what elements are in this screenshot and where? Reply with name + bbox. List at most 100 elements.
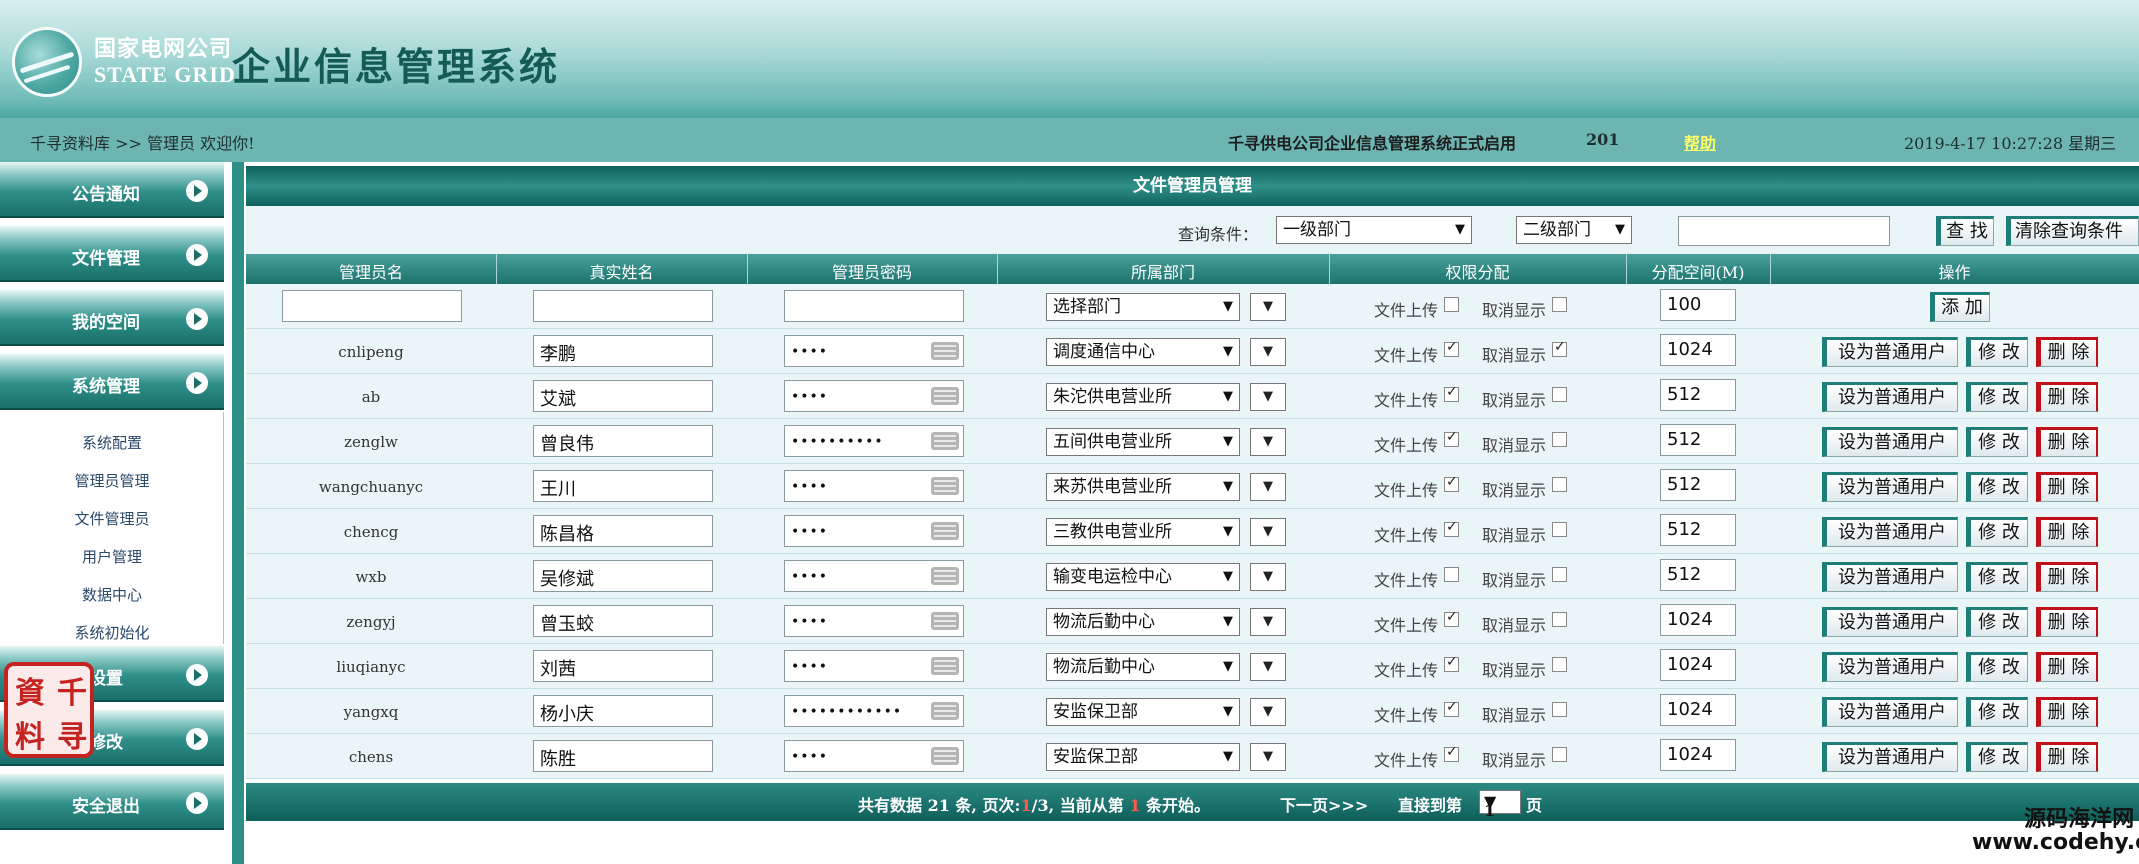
edit-button[interactable]: 修 改 [1966,562,2028,592]
submenu-system-init[interactable]: 系统初始化 [0,622,224,643]
edit-button[interactable]: 修 改 [1966,472,2028,502]
new-subdept-select[interactable]: ▼ [1250,293,1286,321]
subdept-select[interactable]: ▼ [1250,518,1286,546]
upload-checkbox[interactable] [1444,384,1460,402]
realname-input[interactable]: 吴修斌 [533,560,713,592]
new-realname-input[interactable] [533,290,713,322]
realname-input[interactable]: 王川 [533,470,713,502]
add-button[interactable]: 添 加 [1930,292,1990,322]
keyboard-icon[interactable] [931,702,959,720]
upload-checkbox[interactable] [1444,699,1460,717]
dept-select[interactable]: 五间供电营业所 ▼ [1046,428,1240,456]
space-input[interactable]: 512 [1660,559,1736,591]
delete-button[interactable]: 删 除 [2036,427,2098,457]
sidebar-item-file-management[interactable]: 文件管理 [0,226,224,282]
delete-button[interactable]: 删 除 [2036,517,2098,547]
hide-checkbox[interactable] [1552,612,1568,627]
keyboard-icon[interactable] [931,432,959,450]
search-input[interactable] [1678,216,1890,246]
dept-select[interactable]: 调度通信中心 ▼ [1046,338,1240,366]
subdept-select[interactable]: ▼ [1250,653,1286,681]
password-input[interactable]: •••• [784,470,964,502]
edit-button[interactable]: 修 改 [1966,742,2028,772]
set-normal-user-button[interactable]: 设为普通用户 [1822,652,1958,682]
help-link[interactable]: 帮助 [1684,130,1716,154]
delete-button[interactable]: 删 除 [2036,652,2098,682]
find-button[interactable]: 查 找 [1936,216,1994,246]
hide-checkbox[interactable] [1552,339,1568,357]
realname-input[interactable]: 曾良伟 [533,425,713,457]
dept-select[interactable]: 输变电运检中心 ▼ [1046,563,1240,591]
upload-checkbox[interactable] [1444,474,1460,492]
realname-input[interactable]: 陈胜 [533,740,713,772]
space-input[interactable]: 512 [1660,514,1736,546]
realname-input[interactable]: 艾斌 [533,380,713,412]
submenu-user-management[interactable]: 用户管理 [0,546,224,567]
hide-checkbox[interactable] [1552,747,1568,762]
set-normal-user-button[interactable]: 设为普通用户 [1822,697,1958,727]
realname-input[interactable]: 陈昌格 [533,515,713,547]
keyboard-icon[interactable] [931,387,959,405]
space-input[interactable]: 512 [1660,469,1736,501]
edit-button[interactable]: 修 改 [1966,517,2028,547]
set-normal-user-button[interactable]: 设为普通用户 [1822,472,1958,502]
space-input[interactable]: 1024 [1660,334,1736,366]
space-input[interactable]: 1024 [1660,604,1736,636]
clear-search-button[interactable]: 清除查询条件 [2006,216,2139,246]
upload-checkbox[interactable] [1444,519,1460,537]
subdept-select[interactable]: ▼ [1250,563,1286,591]
space-input[interactable]: 1024 [1660,739,1736,771]
submenu-system-config[interactable]: 系统配置 [0,432,224,453]
new-username-input[interactable] [282,290,462,322]
edit-button[interactable]: 修 改 [1966,652,2028,682]
dept-select[interactable]: 物流后勤中心 ▼ [1046,608,1240,636]
sidebar-item-system-management[interactable]: 系统管理 [0,354,224,410]
subdept-select[interactable]: ▼ [1250,698,1286,726]
edit-button[interactable]: 修 改 [1966,337,2028,367]
dept-select[interactable]: 安监保卫部 ▼ [1046,698,1240,726]
submenu-admin-management[interactable]: 管理员管理 [0,470,224,491]
hide-checkbox[interactable] [1552,702,1568,717]
page-select[interactable]: 1 ▼ [1479,790,1521,820]
password-input[interactable]: •••• [784,515,964,547]
edit-button[interactable]: 修 改 [1966,697,2028,727]
keyboard-icon[interactable] [931,747,959,765]
realname-input[interactable]: 刘茜 [533,650,713,682]
upload-checkbox[interactable] [1444,654,1460,672]
dept-select[interactable]: 三教供电营业所 ▼ [1046,518,1240,546]
password-input[interactable]: •••• [784,740,964,772]
space-input[interactable]: 512 [1660,424,1736,456]
hide-checkbox[interactable] [1552,567,1568,582]
realname-input[interactable]: 杨小庆 [533,695,713,727]
dept-level1-select[interactable]: 一级部门 ▼ [1276,216,1472,244]
delete-button[interactable]: 删 除 [2036,742,2098,772]
delete-button[interactable]: 删 除 [2036,382,2098,412]
submenu-data-center[interactable]: 数据中心 [0,584,224,605]
delete-button[interactable]: 删 除 [2036,472,2098,502]
new-space-input[interactable]: 100 [1660,289,1736,321]
hide-checkbox[interactable] [1552,657,1568,672]
keyboard-icon[interactable] [931,612,959,630]
subdept-select[interactable]: ▼ [1250,338,1286,366]
dept-select[interactable]: 朱沱供电营业所 ▼ [1046,383,1240,411]
set-normal-user-button[interactable]: 设为普通用户 [1822,607,1958,637]
subdept-select[interactable]: ▼ [1250,473,1286,501]
dept-level2-select[interactable]: 二级部门 ▼ [1516,216,1632,244]
edit-button[interactable]: 修 改 [1966,382,2028,412]
set-normal-user-button[interactable]: 设为普通用户 [1822,562,1958,592]
new-dept-select[interactable]: 选择部门 ▼ [1046,293,1240,321]
delete-button[interactable]: 删 除 [2036,607,2098,637]
hide-checkbox[interactable] [1552,297,1568,312]
keyboard-icon[interactable] [931,477,959,495]
set-normal-user-button[interactable]: 设为普通用户 [1822,382,1958,412]
set-normal-user-button[interactable]: 设为普通用户 [1822,517,1958,547]
submenu-file-admins[interactable]: 文件管理员 [0,508,224,529]
delete-button[interactable]: 删 除 [2036,697,2098,727]
upload-checkbox[interactable] [1444,567,1460,582]
sidebar-item-logout[interactable]: 安全退出 [0,774,224,830]
password-input[interactable]: •••••••••••• [784,695,964,727]
set-normal-user-button[interactable]: 设为普通用户 [1822,427,1958,457]
subdept-select[interactable]: ▼ [1250,743,1286,771]
password-input[interactable]: •••• [784,335,964,367]
password-input[interactable]: •••• [784,380,964,412]
